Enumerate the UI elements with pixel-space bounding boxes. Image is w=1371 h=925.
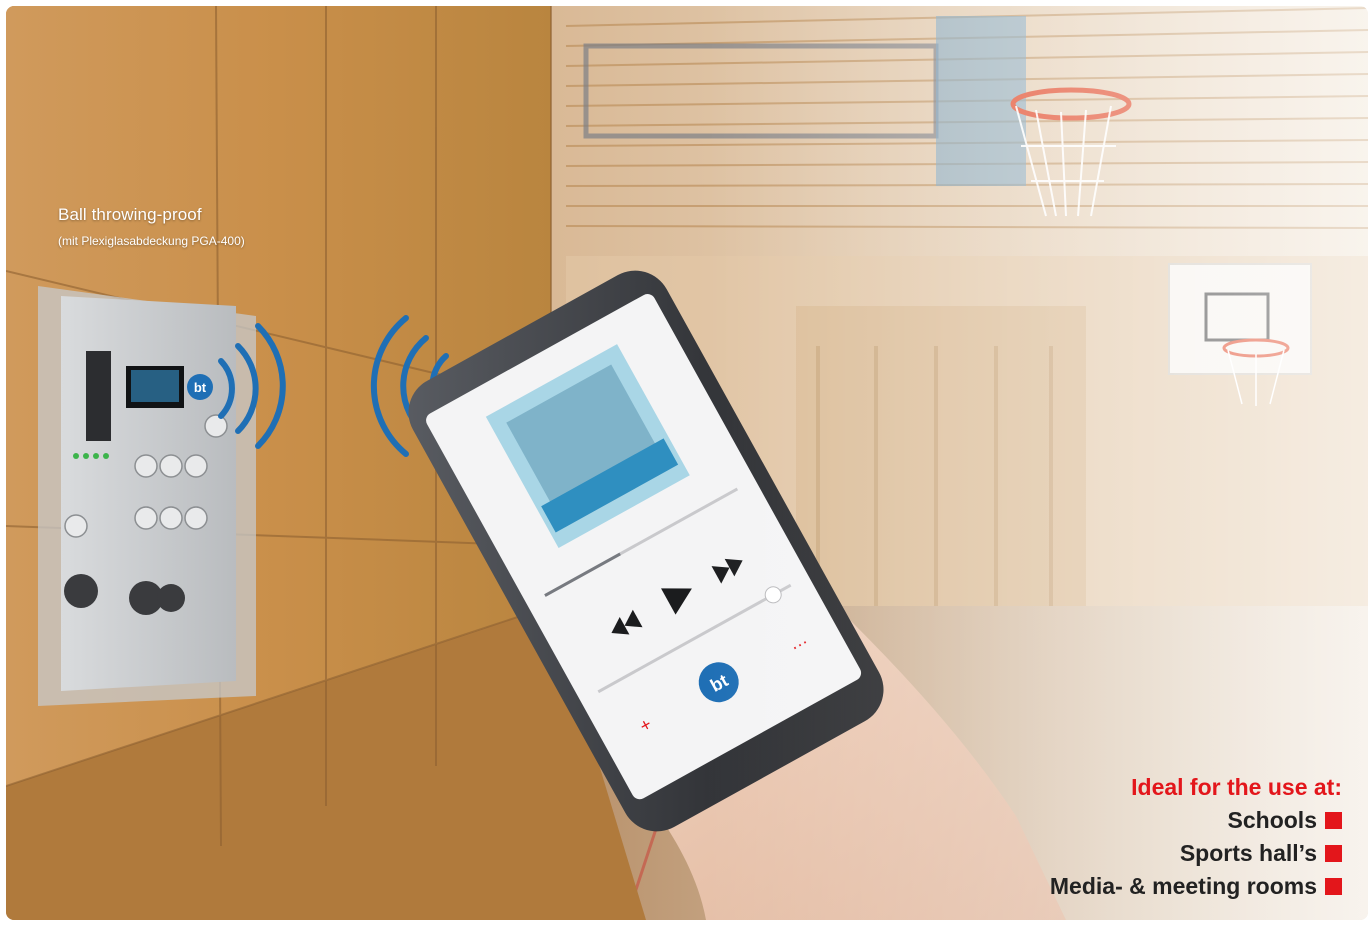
red-square-icon [1325, 877, 1342, 895]
use-case-label: Sports hall’s [1179, 840, 1317, 866]
gym-scene: bt bt [6, 6, 1368, 920]
use-cases: Ideal for the use at: Schools Sports hal… [1050, 772, 1342, 901]
caption-subtitle: (mit Plexiglasabdeckung PGA-400) [58, 234, 245, 248]
bluetooth-badge-wall: bt [187, 374, 213, 400]
image-frame: bt bt [0, 0, 1371, 925]
use-case-item: Media- & meeting rooms [1050, 871, 1342, 901]
red-square-icon [1325, 811, 1342, 829]
mixer-panel [38, 286, 256, 706]
caption-title: Ball throwing-proof [58, 205, 202, 224]
use-case-label: Media- & meeting rooms [1049, 873, 1317, 899]
caption: Ball throwing-proof (mit Plexiglasabdeck… [58, 204, 245, 250]
red-square-icon [1325, 844, 1342, 862]
use-case-label: Schools [1227, 807, 1317, 833]
svg-text:bt: bt [194, 380, 207, 395]
use-case-item: Sports hall’s [1050, 838, 1342, 868]
use-case-item: Schools [1050, 805, 1342, 835]
use-cases-heading: Ideal for the use at: [1131, 774, 1342, 800]
